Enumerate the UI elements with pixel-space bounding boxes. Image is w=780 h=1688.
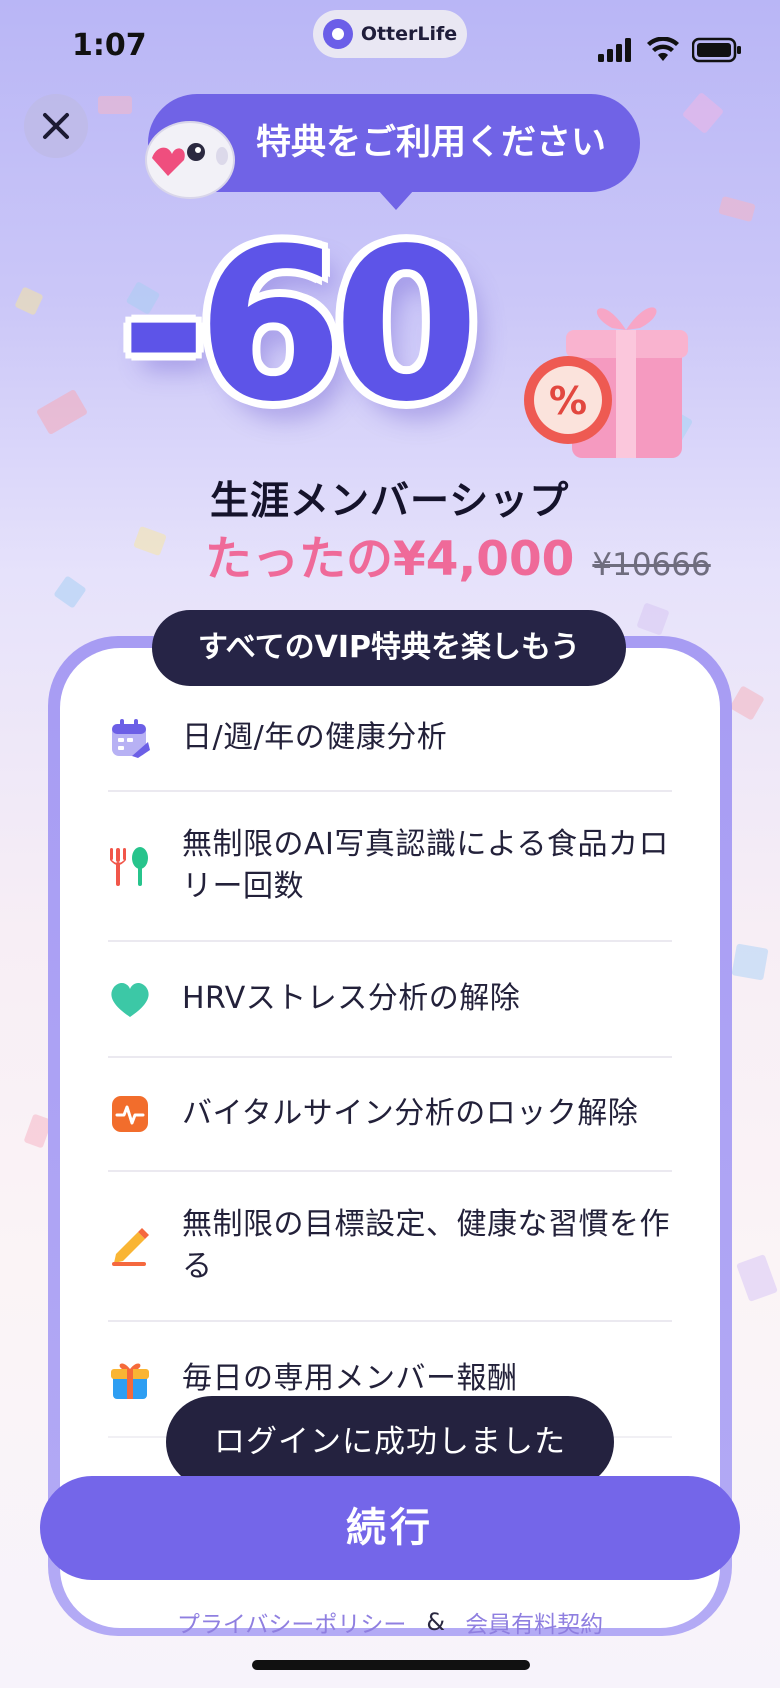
- feature-label: HRVストレス分析の解除: [182, 981, 521, 1016]
- calendar-icon: [112, 719, 150, 758]
- continue-button[interactable]: 続行: [40, 1476, 740, 1580]
- footer-separator: &: [426, 1608, 446, 1636]
- membership-terms-link[interactable]: 会員有料契約: [465, 1605, 603, 1639]
- feature-label: 無制限のAI写真認識による食品カロリー回数: [182, 827, 669, 904]
- footer-links: プライバシーポリシー & 会員有料契約: [0, 1600, 780, 1644]
- features-list: 日/週/年の健康分析 無制限のAI写真認識による食品カロリー回数 HRVストレス…: [108, 686, 672, 1438]
- otter-logo-icon: [322, 19, 353, 49]
- confetti: [35, 388, 89, 436]
- sale-price: たったの¥4,000: [205, 532, 575, 587]
- feature-item: HRVストレス分析の解除: [108, 942, 672, 1058]
- heart-icon: [111, 982, 149, 1017]
- battery-icon: [692, 37, 741, 63]
- original-price: ¥10666: [592, 547, 711, 583]
- confetti: [729, 685, 765, 721]
- status-time: 1:07: [72, 28, 147, 63]
- privacy-policy-link[interactable]: プライバシーポリシー: [177, 1605, 407, 1639]
- gift-box-icon: %: [524, 307, 688, 458]
- login-success-toast: ログインに成功しました: [166, 1396, 614, 1488]
- feature-label: 日/週/年の健康分析: [182, 720, 448, 755]
- status-bar: 1:07 OtterLife: [0, 0, 780, 100]
- feature-label: バイタルサイン分析のロック解除: [182, 1096, 639, 1131]
- membership-title: 生涯メンバーシップ: [210, 479, 570, 524]
- feature-item: バイタルサイン分析のロック解除: [108, 1058, 672, 1172]
- cellular-signal-icon: [598, 38, 631, 62]
- status-icons: [598, 36, 742, 64]
- feature-item: 無制限のAI写真認識による食品カロリー回数: [108, 792, 672, 942]
- promo-bubble-text: 特典をご利用ください: [256, 123, 607, 163]
- pencil-icon: [112, 1228, 149, 1266]
- confetti: [636, 602, 670, 636]
- otter-mascot-icon: [145, 121, 235, 199]
- home-indicator[interactable]: [252, 1660, 530, 1670]
- confetti: [53, 575, 87, 609]
- discount-amount: -60: [120, 203, 479, 448]
- close-button[interactable]: [24, 94, 88, 158]
- confetti: [736, 1254, 778, 1302]
- feature-item: 無制限の目標設定、健康な習慣を作る: [108, 1172, 672, 1322]
- app-name: OtterLife: [360, 23, 458, 45]
- features-header: すべてのVIP特典を楽しもう: [152, 610, 626, 686]
- feature-item: 日/週/年の健康分析: [108, 686, 672, 792]
- price-row: たったの¥4,000 ¥10666: [205, 520, 711, 590]
- discount-graphic: -60 %: [120, 216, 688, 458]
- svg-text:%: %: [549, 379, 587, 423]
- percent-badge-icon: %: [524, 356, 612, 444]
- confetti: [718, 195, 756, 223]
- confetti: [14, 286, 44, 316]
- gift-icon: [111, 1363, 149, 1399]
- feature-label: 毎日の専用メンバー報酬: [182, 1361, 518, 1396]
- pulse-icon: [112, 1096, 148, 1132]
- fork-spoon-icon: [110, 847, 148, 886]
- wifi-icon: [647, 37, 679, 61]
- app-indicator-pill[interactable]: OtterLife: [313, 10, 467, 58]
- close-icon: [43, 113, 69, 139]
- confetti: [731, 943, 769, 981]
- confetti: [133, 525, 167, 557]
- feature-label: 無制限の目標設定、健康な習慣を作る: [182, 1207, 670, 1284]
